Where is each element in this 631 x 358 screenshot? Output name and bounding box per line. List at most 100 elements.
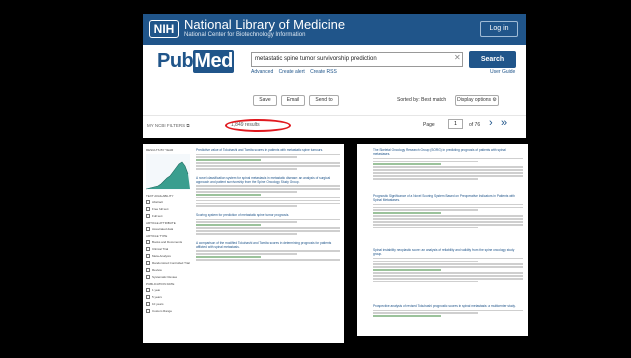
pubmed-logo[interactable]: PubMed — [157, 50, 234, 73]
text-line — [373, 209, 478, 212]
text-line — [373, 221, 523, 223]
filter-checkbox[interactable]: Custom Range — [146, 309, 190, 313]
article-title-link[interactable]: The Skeletal Oncology Research Group (SO… — [373, 148, 523, 156]
text-line — [373, 212, 441, 214]
article-title-link[interactable]: Scoring system for prediction of metasta… — [196, 213, 340, 217]
text-line — [196, 196, 340, 199]
create-rss-link[interactable]: Create RSS — [310, 69, 337, 75]
page-number-input[interactable]: 1 — [448, 119, 463, 129]
filter-label: Randomized Controlled Trial — [152, 261, 190, 265]
checkbox-icon — [146, 200, 150, 204]
nlm-title: National Library of Medicine — [184, 17, 346, 32]
results-bar: MY NCBI FILTERS ⧉ 1,849 results Page 1 o… — [143, 115, 526, 135]
filter-checkbox[interactable]: 10 years — [146, 302, 190, 306]
filter-sidebar: RESULTS BY YEAR TEXT AVAILABILITY Abstra… — [146, 148, 190, 316]
filter-checkbox[interactable]: Associated data — [146, 227, 190, 231]
text-line — [373, 160, 478, 163]
checkbox-icon — [146, 261, 150, 265]
external-link-icon: ⧉ — [186, 123, 190, 128]
text-line — [373, 215, 523, 217]
article-title-link[interactable]: A comparison of the modified Tokuhashi a… — [196, 241, 340, 249]
filter-checkbox[interactable]: 5 years — [146, 295, 190, 299]
text-line — [373, 226, 478, 229]
search-button[interactable]: Search — [469, 51, 516, 68]
filter-checkbox[interactable]: 1 year — [146, 288, 190, 292]
article-title-link[interactable]: Prognostic Significance of a Novel Scori… — [373, 194, 523, 202]
list-item[interactable]: Predictive value of Tokuhashi and Tomita… — [196, 148, 340, 170]
filter-label: Systematic Review — [152, 275, 178, 279]
nih-logo[interactable]: NIH — [149, 20, 179, 38]
text-line — [373, 157, 523, 160]
text-line — [373, 218, 523, 220]
text-line — [373, 263, 523, 266]
sidebar-heading-attribute: ARTICLE ATTRIBUTE — [146, 221, 176, 225]
filter-checkbox[interactable]: Abstract — [146, 200, 190, 204]
filter-checkbox[interactable]: Review — [146, 268, 190, 272]
article-title-link[interactable]: A novel classification system for spinal… — [196, 176, 340, 184]
search-input[interactable]: metastatic spine tumor survivorship pred… — [251, 52, 463, 67]
filter-checkbox[interactable]: Clinical Trial — [146, 247, 190, 251]
list-item[interactable]: Scoring system for prediction of metasta… — [196, 213, 340, 235]
checkbox-icon — [146, 254, 150, 258]
clear-search-icon[interactable]: ✕ — [454, 53, 461, 62]
checkbox-icon — [146, 295, 150, 299]
checkbox-icon — [146, 214, 150, 218]
text-line — [196, 193, 261, 196]
checkbox-icon — [146, 207, 150, 211]
sidebar-heading-text: TEXT AVAILABILITY — [146, 194, 174, 198]
text-line — [196, 199, 340, 202]
checkbox-icon — [146, 275, 150, 279]
text-line — [373, 169, 523, 171]
text-line — [196, 233, 297, 235]
filter-checkbox[interactable]: Systematic Review — [146, 275, 190, 279]
text-line — [373, 177, 478, 180]
login-button[interactable]: Log in — [480, 21, 518, 37]
text-line — [373, 206, 523, 209]
gear-icon: ⚙ — [492, 97, 497, 103]
create-alert-link[interactable]: Create alert — [279, 69, 305, 75]
text-line — [196, 191, 297, 193]
search-links: Advanced Create alert Create RSS — [251, 69, 341, 75]
checkbox-icon — [146, 247, 150, 251]
search-row: PubMed metastatic spine tumor survivorsh… — [143, 45, 526, 81]
my-ncbi-filters-link[interactable]: MY NCBI FILTERS ⧉ — [147, 123, 190, 128]
list-item[interactable]: A comparison of the modified Tokuhashi a… — [196, 241, 340, 261]
filter-label: Abstract — [152, 200, 164, 204]
page-total: of 76 — [469, 122, 481, 128]
article-title-link[interactable]: Spinal instability neoplastic score: an … — [373, 248, 523, 256]
next-page-icon[interactable]: › — [489, 117, 493, 129]
text-line — [373, 315, 441, 317]
checkbox-icon — [146, 268, 150, 272]
results-page-screenshot-right: The Skeletal Oncology Research Group (SO… — [357, 144, 528, 336]
text-line — [196, 156, 297, 158]
filter-checkbox[interactable]: Randomized Controlled Trial — [146, 261, 190, 265]
save-button[interactable]: Save — [253, 95, 277, 106]
filter-checkbox[interactable]: Free full text — [146, 207, 190, 211]
text-line — [373, 277, 523, 280]
display-options-button[interactable]: Display options ⚙ — [455, 95, 499, 106]
sort-selector[interactable]: Sorted by: Best match — [397, 97, 446, 103]
text-line — [373, 280, 478, 283]
advanced-link[interactable]: Advanced — [251, 69, 273, 75]
filter-label: Associated data — [152, 227, 174, 231]
user-guide-link[interactable]: User Guide — [490, 69, 515, 75]
filter-checkbox[interactable]: Meta-Analysis — [146, 254, 190, 258]
results-by-year-histogram — [146, 154, 190, 190]
article-title-link[interactable]: Predictive value of Tokuhashi and Tomita… — [196, 148, 340, 152]
last-page-icon[interactable]: » — [501, 117, 507, 129]
filter-label: Books and Documents — [152, 240, 183, 244]
text-line — [373, 275, 523, 277]
email-button[interactable]: Email — [281, 95, 305, 106]
send-to-button[interactable]: Send to — [309, 95, 339, 106]
nih-header: NIH National Library of Medicine Nationa… — [143, 14, 526, 45]
list-item[interactable]: A novel classification system for spinal… — [196, 176, 340, 208]
text-line — [373, 309, 523, 312]
pubmed-logo-pub: Pub — [157, 50, 194, 72]
checkbox-icon — [146, 227, 150, 231]
slide-stage: NIH National Library of Medicine Nationa… — [0, 0, 631, 358]
page-label: Page — [423, 122, 435, 128]
article-title-link[interactable]: Prospective analysis of revised Tokuhash… — [373, 304, 523, 308]
filter-checkbox[interactable]: Full text — [146, 214, 190, 218]
filter-checkbox[interactable]: Books and Documents — [146, 240, 190, 244]
text-line — [373, 312, 478, 314]
